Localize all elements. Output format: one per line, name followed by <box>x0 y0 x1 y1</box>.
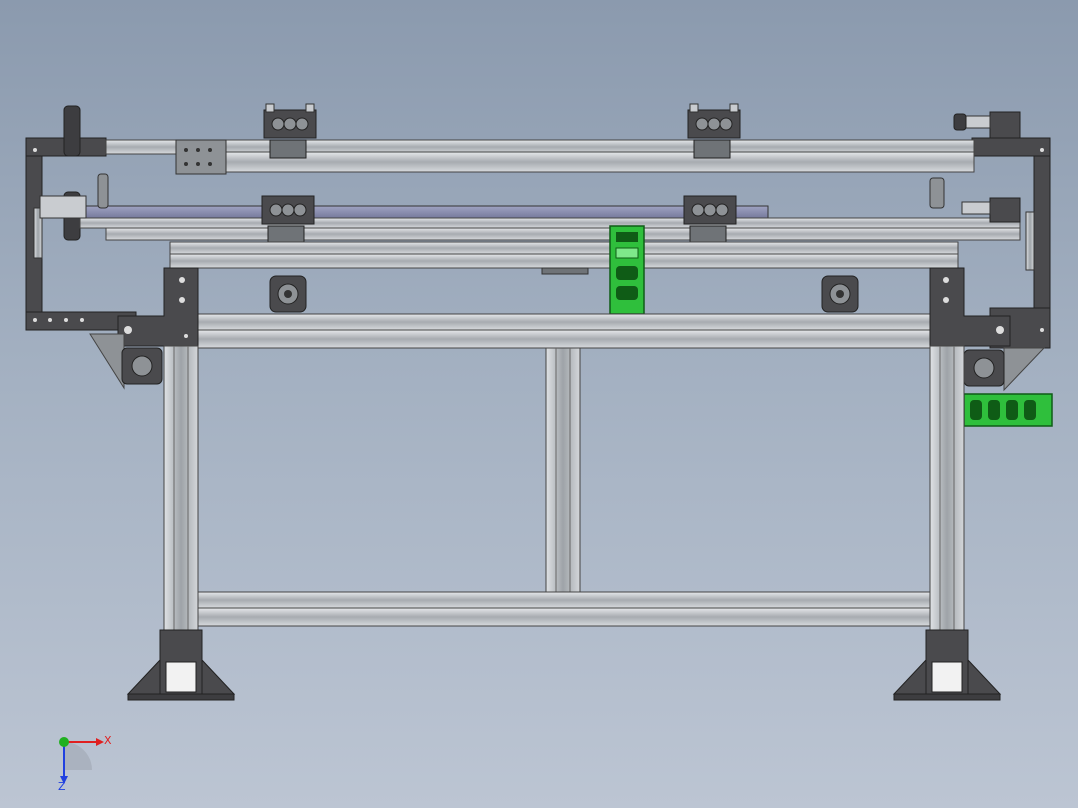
axis-x-label: X <box>104 734 112 747</box>
upper-motor-right <box>953 111 1021 139</box>
lower-slide-beam <box>169 241 959 275</box>
axis-z-label: Z <box>58 780 66 793</box>
left-corner-plate <box>117 267 199 347</box>
center-post <box>545 347 581 593</box>
pillow-block-left <box>269 275 307 313</box>
right-post <box>929 345 965 631</box>
left-foot <box>126 629 236 701</box>
cad-viewport[interactable]: X Z <box>0 0 1078 808</box>
top-crossbeam <box>197 313 931 349</box>
middle-slide-table <box>39 173 1021 241</box>
vertical-cable-chain <box>609 225 645 315</box>
right-corner-plate <box>929 267 1011 347</box>
right-side-motor-block <box>963 347 1046 392</box>
pillow-block-right <box>821 275 859 313</box>
bottom-crossbeam <box>197 591 931 627</box>
machine-frame-drawing: X Z <box>25 103 1053 793</box>
left-post <box>163 345 199 631</box>
horizontal-cable-chain <box>963 393 1053 427</box>
axis-triad-icon: X Z <box>58 734 112 793</box>
right-foot <box>892 629 1002 701</box>
upper-linear-rail <box>105 139 975 175</box>
